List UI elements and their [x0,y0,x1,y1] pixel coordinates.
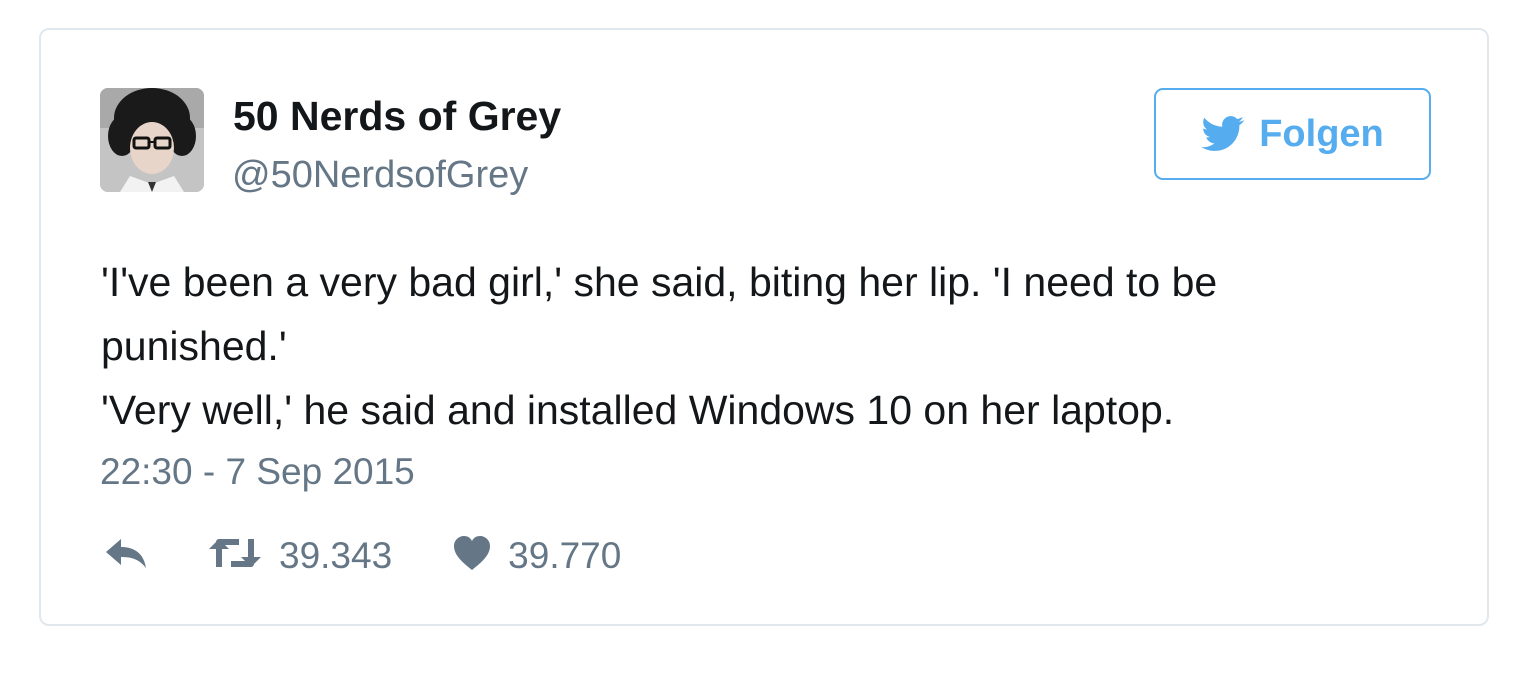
avatar[interactable] [100,88,204,192]
retweet-button[interactable]: 39.343 [207,535,392,576]
author-handle[interactable]: @50NerdsofGrey [232,154,528,197]
tweet-text-line: punished.' [101,323,287,369]
like-count: 39.770 [508,534,622,576]
author-name[interactable]: 50 Nerds of Grey [233,93,561,139]
tweet-text-line: 'I've been a very bad girl,' she said, b… [101,259,1218,305]
twitter-bird-icon [1201,116,1245,152]
retweet-count: 39.343 [279,534,393,576]
tweet-timestamp[interactable]: 22:30 - 7 Sep 2015 [100,451,415,493]
retweet-icon [207,535,263,576]
tweet-text: 'I've been a very bad girl,' she said, b… [101,250,1431,442]
heart-icon [452,535,492,576]
reply-icon [103,535,149,576]
tweet-text-line: 'Very well,' he said and installed Windo… [101,387,1175,433]
tweet-card: 50 Nerds of Grey @50NerdsofGrey Folgen '… [39,28,1489,626]
follow-button-label: Folgen [1259,113,1384,155]
follow-button[interactable]: Folgen [1154,88,1431,180]
tweet-actions: 39.343 39.770 [103,530,621,580]
like-button[interactable]: 39.770 [452,535,621,576]
reply-button[interactable] [103,535,149,576]
profile-photo [100,88,204,192]
